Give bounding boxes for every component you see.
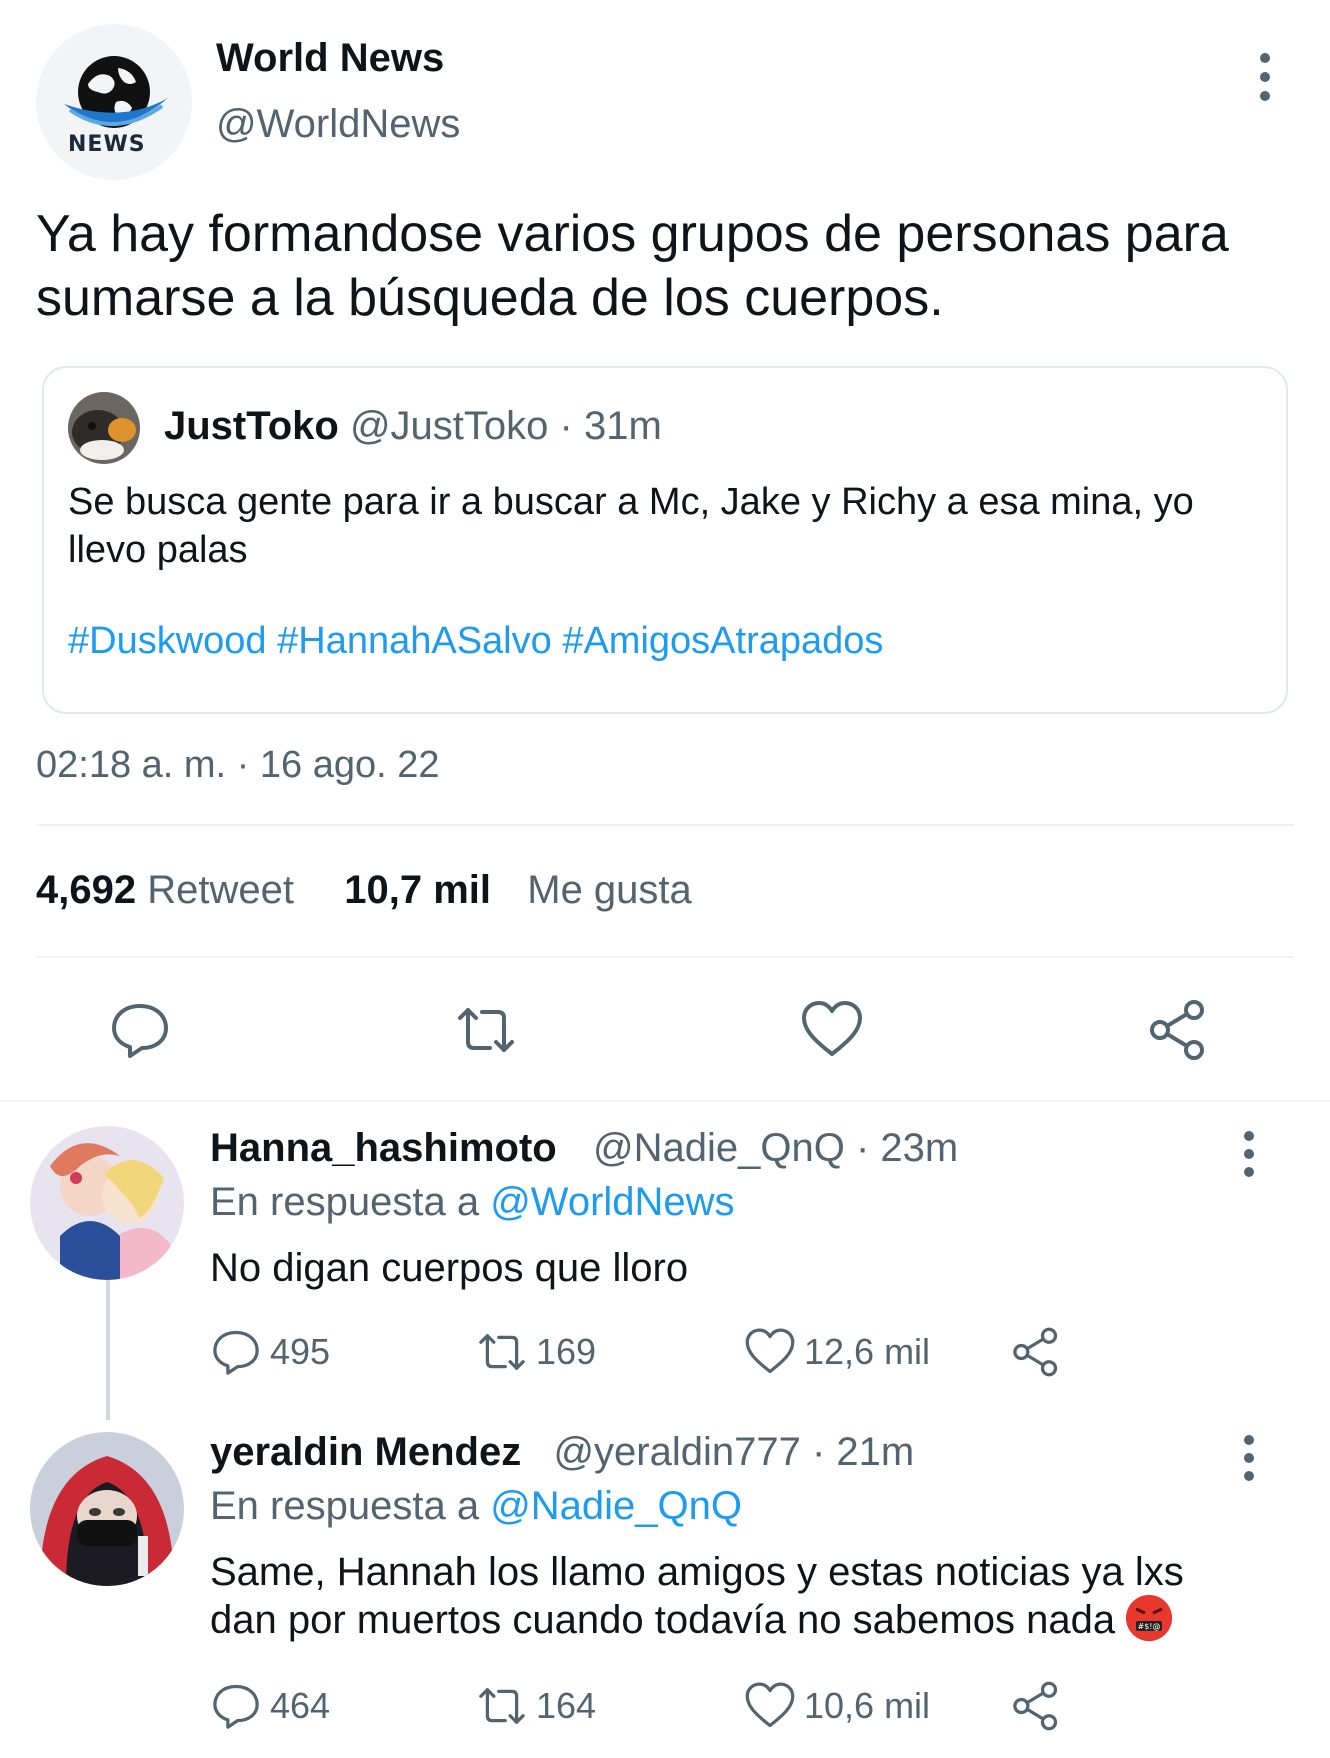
author-avatar[interactable]: NEWS	[36, 24, 192, 180]
reply-count-value: 464	[270, 1685, 331, 1726]
share-icon[interactable]	[1146, 998, 1210, 1062]
reply-icon	[213, 1330, 259, 1375]
quoted-header: JustToko @JustToko · 31m	[164, 404, 662, 449]
reply-author-name[interactable]: Hanna_hashimoto	[210, 1126, 557, 1170]
retweet-count-value: 164	[536, 1685, 597, 1726]
retweet-count-value: 169	[536, 1331, 597, 1372]
retweet-icon[interactable]	[454, 998, 518, 1062]
quoted-hashtags[interactable]: #Duskwood #HannahASalvo #AmigosAtrapados	[68, 620, 883, 663]
divider	[36, 824, 1294, 826]
like-count[interactable]: 10,6 mil	[744, 1680, 930, 1732]
reply-text-content: Same, Hannah los llamo amigos y estas no…	[210, 1550, 1184, 1642]
share-button[interactable]	[1010, 1680, 1070, 1732]
retweet-count[interactable]: 164	[476, 1680, 596, 1732]
share-icon	[1013, 1327, 1058, 1377]
more-options-icon[interactable]	[1234, 1130, 1264, 1178]
reply-prefix: En respuesta a	[210, 1484, 480, 1528]
reply-text: No digan cuerpos que lloro	[210, 1246, 689, 1290]
reply-author-handle[interactable]: @Nadie_QnQ	[593, 1126, 845, 1170]
share-button[interactable]	[1010, 1326, 1070, 1378]
divider	[36, 956, 1294, 958]
avatar-caption: NEWS	[68, 132, 146, 157]
reply-to-handle[interactable]: @Nadie_QnQ	[490, 1484, 742, 1528]
reply-to-handle[interactable]: @WorldNews	[490, 1180, 734, 1224]
svg-text:#$!@: #$!@	[1138, 1622, 1161, 1631]
reply-avatar[interactable]	[30, 1432, 184, 1586]
reply-header: Hanna_hashimoto @Nadie_QnQ · 23m	[210, 1126, 958, 1171]
reply-icon	[213, 1684, 259, 1729]
retweets-count[interactable]: 4,692	[36, 868, 136, 912]
quoted-time: · 31m	[559, 404, 662, 448]
quoted-author-name[interactable]: JustToko	[164, 404, 339, 448]
reply-header: yeraldin Mendez @yeraldin777 · 21m	[210, 1430, 914, 1475]
like-icon	[745, 1328, 795, 1374]
more-options-icon[interactable]	[1234, 1434, 1264, 1482]
retweet-count[interactable]: 169	[476, 1326, 596, 1378]
tweet-timestamp: 02:18 a. m. · 16 ago. 22	[36, 744, 440, 786]
quoted-author-handle[interactable]: @JustToko	[350, 404, 548, 448]
thread-connector	[106, 1280, 110, 1420]
like-count-value: 10,6 mil	[804, 1685, 931, 1726]
tweet-text: Ya hay formandose varios grupos de perso…	[36, 205, 1229, 327]
author-handle[interactable]: @WorldNews	[216, 102, 460, 147]
quoted-author-avatar[interactable]	[68, 392, 140, 464]
like-icon[interactable]	[800, 998, 864, 1062]
share-icon	[1013, 1681, 1058, 1731]
reply-icon[interactable]	[108, 998, 172, 1062]
reply-count[interactable]: 495	[210, 1326, 330, 1378]
section-divider	[0, 1100, 1330, 1102]
reply-time: · 23m	[855, 1126, 959, 1170]
reply-avatar[interactable]	[30, 1126, 184, 1280]
tweet-stats: 4,692 Retweet 10,7 mil Me gusta	[36, 868, 692, 913]
reply-prefix: En respuesta a	[210, 1180, 480, 1224]
author-name[interactable]: World News	[216, 36, 444, 81]
likes-count[interactable]: 10,7 mil	[344, 868, 491, 912]
like-count-value: 12,6 mil	[804, 1331, 931, 1372]
reply-author-name[interactable]: yeraldin Mendez	[210, 1430, 521, 1474]
reply-author-handle[interactable]: @yeraldin777	[553, 1430, 800, 1474]
quoted-text: Se busca gente para ir a buscar a Mc, Ja…	[68, 481, 1194, 571]
like-count[interactable]: 12,6 mil	[744, 1326, 930, 1378]
retweet-icon	[479, 1688, 525, 1724]
reply-context: En respuesta a @WorldNews	[210, 1180, 735, 1225]
retweet-icon	[479, 1334, 525, 1370]
reply-context: En respuesta a @Nadie_QnQ	[210, 1484, 742, 1529]
reply-text: Same, Hannah los llamo amigos y estas no…	[210, 1548, 1250, 1645]
angry-face-emoji-icon: #$!@	[1126, 1595, 1173, 1642]
retweets-label[interactable]: Retweet	[147, 868, 294, 912]
likes-label[interactable]: Me gusta	[527, 868, 692, 912]
reply-count-value: 495	[270, 1331, 331, 1372]
reply-time: · 21m	[812, 1430, 915, 1474]
more-options-icon[interactable]	[1250, 50, 1280, 106]
like-icon	[745, 1682, 795, 1728]
reply-count[interactable]: 464	[210, 1680, 330, 1732]
